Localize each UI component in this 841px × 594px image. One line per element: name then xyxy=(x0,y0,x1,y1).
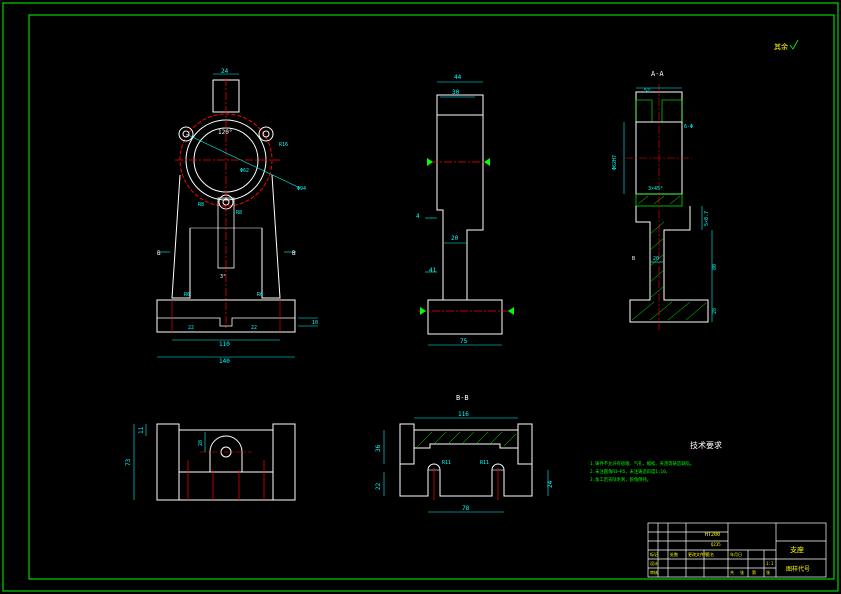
section-bb-labels: 116 36 R11 R11 22 78 24 xyxy=(375,411,554,512)
section-bb-dim-r-left: R11 xyxy=(442,460,451,466)
title-material: HT200 xyxy=(705,532,720,538)
side-dim-left-gap: 4 xyxy=(416,213,420,220)
title-scale: 1:1 xyxy=(766,561,774,566)
roughness-symbol-icon xyxy=(789,39,799,50)
section-bb-dim-r-right: R11 xyxy=(480,460,489,466)
section-aa-dim-base-h: 28 xyxy=(712,308,718,314)
side-dim-step: 41 xyxy=(429,267,437,274)
tech-requirements-title: 技术要求 xyxy=(690,440,722,450)
roughness-note-text: 其余 xyxy=(774,42,788,51)
front-view-labels: 120° R16 Φ94 Φ62 R8 R8 3° R6 R6 22 22 10… xyxy=(157,129,318,365)
section-aa: A-A xyxy=(623,70,713,330)
front-dim-center-mark: 3° xyxy=(220,274,226,280)
front-dim-d1: Φ62 xyxy=(240,168,249,174)
section-aa-dim-chamfer: 3×45° xyxy=(648,186,663,192)
section-bb-dim-left-h: 36 xyxy=(375,444,382,452)
title-drawing-no: 图样代号 xyxy=(786,565,810,573)
title-col-label: 年月日 xyxy=(730,551,742,557)
section-aa-hatch xyxy=(631,195,707,321)
cad-drawing-canvas: 其余 24 120° R16 Φ94 Φ62 R8 R8 3° R6 R6 22… xyxy=(2,2,839,592)
section-bb-dim-bottom-width: 78 xyxy=(462,505,470,512)
section-aa-dim-mid-h: 5×0.7 xyxy=(704,211,710,226)
section-aa-web-label: B xyxy=(632,256,635,262)
section-bb-dim-right-h: 24 xyxy=(547,480,554,488)
section-bb-dim-top-width: 116 xyxy=(458,411,469,418)
front-dim-base-height: 10 xyxy=(312,320,318,326)
inner-frame xyxy=(28,14,835,580)
top-dim-total-height: 73 xyxy=(125,458,132,466)
title-col-label: 更改文件号 xyxy=(688,551,708,557)
front-dim-base-slot: 110 xyxy=(219,341,230,348)
section-bb-dim-base-left: 22 xyxy=(375,482,382,490)
section-aa-dim-top: 52 xyxy=(644,88,650,94)
front-dim-r6: R6 xyxy=(184,292,190,298)
title-bottom-label: 第 xyxy=(752,569,756,575)
section-bb-title: B-B xyxy=(456,394,469,402)
title-row-label: 标记 xyxy=(650,551,658,557)
title-col-label: 处数 xyxy=(670,551,678,557)
side-dim-inner-width: 30 xyxy=(452,89,460,96)
section-aa-dim-right-off: 6-Φ xyxy=(684,124,693,130)
section-aa-title: A-A xyxy=(651,70,664,78)
section-aa-dim-bore: Φ62H7 xyxy=(612,155,618,170)
title-row-label: 审核 xyxy=(650,569,658,575)
front-dim-r7: R6 xyxy=(257,292,263,298)
tech-requirements: 技术要求 1.铸件不允许有砂眼、气孔、缩松、夹渣等铸造缺陷。 2.未注圆角R3~… xyxy=(590,440,722,483)
title-block-text: HT200 Q235 支座 图样代号 标记 设计 审核 处数 更改文件号 签名 … xyxy=(650,532,810,575)
title-code: Q235 xyxy=(711,542,721,547)
side-view xyxy=(418,81,514,346)
tech-requirement-item: 3.加工后去除毛刺，锐角倒钝。 xyxy=(590,476,651,483)
front-dim-top-width: 24 xyxy=(221,68,229,75)
side-dim-top-width: 44 xyxy=(454,74,462,81)
tech-requirement-item: 2.未注圆角R3~R5，未注铸造斜度1:10。 xyxy=(590,468,670,475)
top-dim-left-offset: 11 xyxy=(138,426,145,434)
top-dim-mid: 28 xyxy=(198,440,204,446)
title-part-name: 支座 xyxy=(790,545,804,554)
top-view xyxy=(133,423,296,501)
front-dim-base-inner-left: 22 xyxy=(188,325,194,331)
front-dim-r4: R8 xyxy=(236,210,242,216)
front-section-mark-right: B xyxy=(292,250,296,257)
front-dim-radius-top: R16 xyxy=(279,142,288,148)
tech-requirement-item: 1.铸件不允许有砂眼、气孔、缩松、夹渣等铸造缺陷。 xyxy=(590,460,694,467)
title-bottom-label: 共 xyxy=(730,569,734,575)
roughness-note: 其余 xyxy=(774,39,799,51)
title-col-label: 签名 xyxy=(706,551,714,557)
front-dim-diameter: Φ94 xyxy=(297,186,306,192)
title-bottom-label: 张 xyxy=(766,569,770,575)
outer-frame xyxy=(2,2,839,592)
front-dim-base-width: 140 xyxy=(219,358,230,365)
front-dim-base-inner-mid: 22 xyxy=(251,325,257,331)
side-dim-mid-width: 20 xyxy=(451,235,459,242)
front-section-mark-left: B xyxy=(157,250,161,257)
section-aa-dim-web-w: 20 xyxy=(653,256,659,262)
title-row-label: 设计 xyxy=(650,560,658,566)
front-dim-r2: R8 xyxy=(198,202,204,208)
title-bottom-label: 张 xyxy=(740,569,744,575)
side-dim-base-length: 75 xyxy=(460,338,468,345)
section-aa-dim-height: 80 xyxy=(712,264,718,270)
top-view-labels: 73 11 28 xyxy=(125,426,204,466)
front-dim-angle: 120° xyxy=(218,129,232,136)
